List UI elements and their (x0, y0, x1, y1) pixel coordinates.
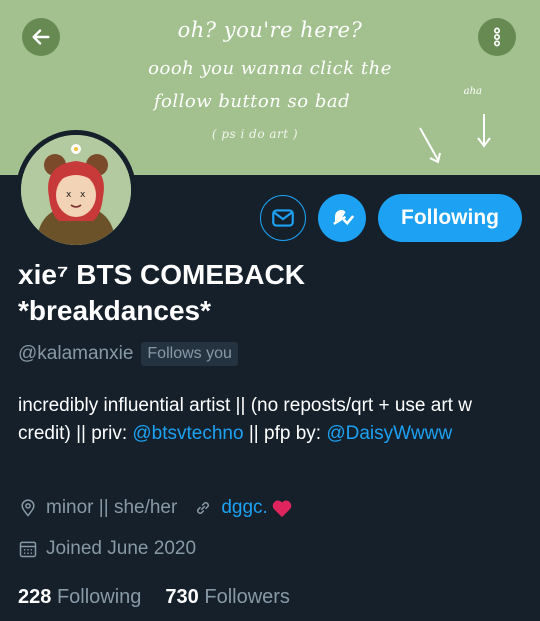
profile-stats: 228 Following 730 Followers (18, 586, 290, 609)
profile-bio: incredibly influential artist || (no rep… (18, 392, 518, 448)
bio-link-daisywwww[interactable]: @DaisyWwww (326, 423, 452, 444)
profile-website-link[interactable]: dggc. (221, 497, 267, 519)
bio-link-btsvtechno[interactable]: @btsvtechno (132, 423, 243, 444)
more-options-button[interactable] (478, 18, 516, 56)
back-arrow-icon (32, 29, 50, 45)
profile-location: minor || she/her (46, 497, 178, 518)
notifications-button[interactable] (318, 194, 366, 242)
heart-icon (271, 498, 293, 518)
calendar-icon (18, 539, 38, 559)
location-pin-icon (18, 498, 38, 518)
profile-meta-location-website: minor || she/her dggc. (18, 497, 293, 519)
banner-arrows-doodle (419, 114, 491, 164)
banner-small-label: aha (463, 86, 482, 97)
bell-check-icon (333, 209, 354, 226)
avatar-illustration: x x (21, 135, 131, 245)
profile-meta-joined: Joined June 2020 (18, 538, 196, 560)
banner-text-line2: oooh you wanna click the (148, 58, 392, 79)
profile-name: xie⁷ BTS COMEBACK *breakdances* (18, 259, 305, 326)
followers-label: Followers (204, 586, 290, 608)
banner-text-line1: oh? you're here? (177, 18, 363, 42)
following-label: Following (56, 586, 142, 608)
profile-joined-date: Joined June 2020 (46, 538, 197, 559)
profile-handle: @kalamanxie (18, 343, 134, 364)
message-button[interactable] (260, 195, 306, 241)
following-count: 228 (18, 586, 52, 608)
followers-count-link[interactable]: 730 Followers (165, 586, 290, 609)
bio-text-2: || pfp by: (243, 423, 327, 444)
handle-row: @kalamanxie Follows you (18, 342, 238, 366)
profile-actions: Following (260, 194, 522, 242)
following-count-link[interactable]: 228 Following (18, 586, 141, 609)
more-vertical-icon (493, 27, 501, 47)
back-button[interactable] (22, 18, 60, 56)
svg-text:x: x (80, 190, 86, 200)
link-icon (193, 498, 213, 518)
follows-you-badge: Follows you (141, 342, 238, 366)
envelope-icon (272, 209, 294, 227)
svg-text:x: x (66, 190, 72, 200)
following-button[interactable]: Following (378, 194, 522, 242)
followers-count: 730 (165, 586, 199, 608)
profile-avatar[interactable]: x x (16, 130, 136, 250)
